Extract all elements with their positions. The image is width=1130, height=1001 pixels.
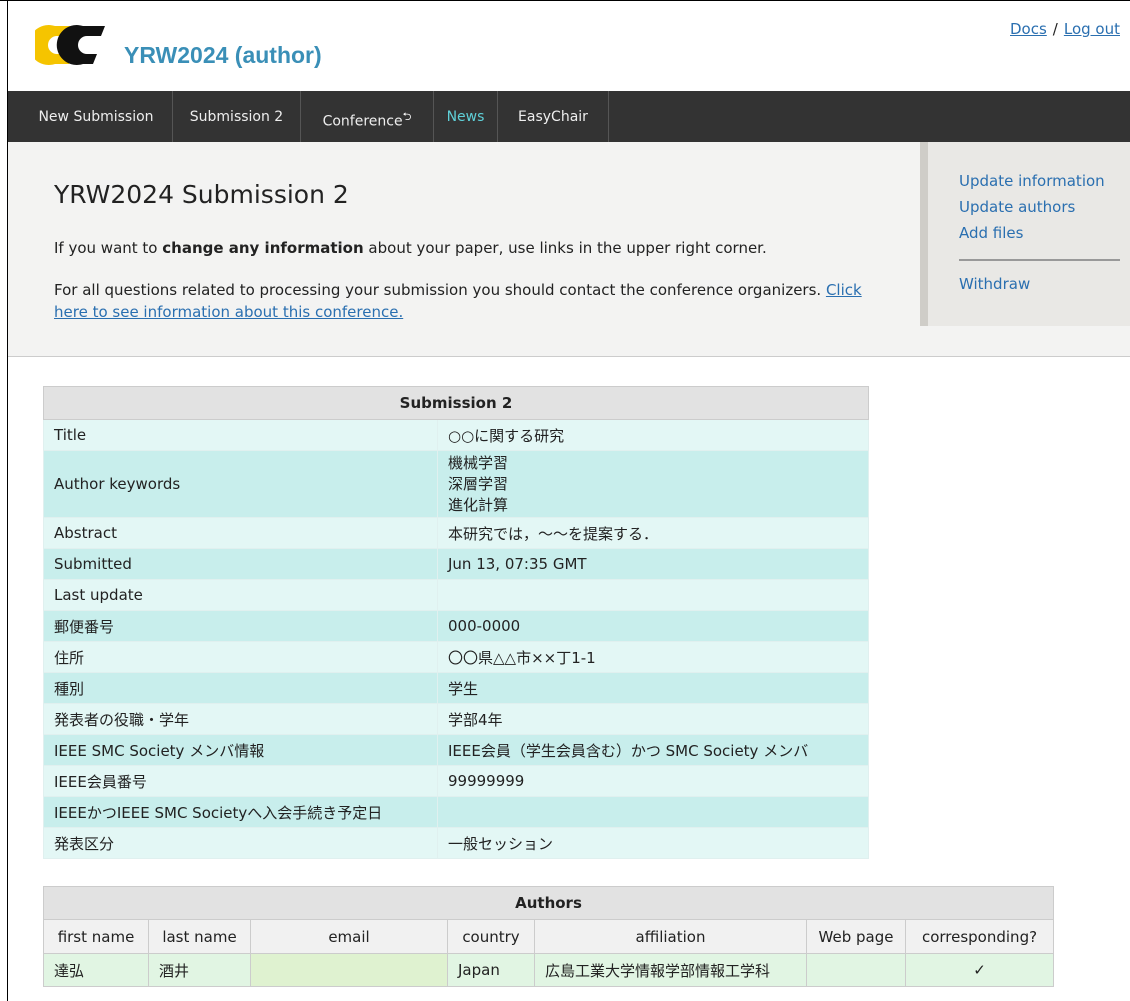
nav-news[interactable]: News	[434, 91, 498, 142]
nav-easychair[interactable]: EasyChair	[498, 91, 609, 142]
row-key: Author keywords	[43, 450, 438, 518]
keyword: 進化計算	[448, 495, 509, 514]
table-row: Author keywords 機械学習 深層学習 進化計算	[43, 450, 869, 518]
row-key: Last update	[43, 579, 438, 611]
logout-link[interactable]: Log out	[1064, 20, 1120, 38]
table-row: 郵便番号 000-0000	[43, 610, 869, 642]
row-key: Abstract	[43, 517, 438, 549]
table-row: Last update	[43, 579, 869, 611]
row-value: 一般セッション	[437, 827, 869, 859]
nav-submission-2[interactable]: Submission 2	[173, 91, 301, 142]
row-key: 郵便番号	[43, 610, 438, 642]
row-value: 学部4年	[437, 703, 869, 735]
table-row: Title ○○に関する研究	[43, 419, 869, 451]
corresponding-check-icon: ✓	[905, 953, 1054, 987]
row-key: 種別	[43, 672, 438, 704]
table-row: 種別 学生	[43, 672, 869, 704]
add-files-link[interactable]: Add files	[959, 224, 1023, 242]
row-value: ○○に関する研究	[437, 419, 869, 451]
nav-conference[interactable]: Conference⮌	[301, 91, 434, 142]
row-key: Submitted	[43, 548, 438, 580]
row-value	[437, 579, 869, 611]
side-actions: Update information Update authors Add fi…	[920, 142, 1130, 326]
p1-before: If you want to	[54, 239, 163, 257]
authors-table: Authors first name last name email count…	[43, 886, 1054, 987]
row-key: IEEE会員番号	[43, 765, 438, 797]
author-row: 達弘 酒井 Japan 広島工業大学情報学部情報工学科 ✓	[43, 953, 1054, 987]
submission-table: Submission 2 Title ○○に関する研究 Author keywo…	[43, 386, 869, 859]
row-key: 発表区分	[43, 827, 438, 859]
row-key: 発表者の役職・学年	[43, 703, 438, 735]
submission-table-caption: Submission 2	[43, 386, 869, 420]
nav-conference-label: Conference	[322, 113, 403, 130]
country-cell: Japan	[447, 953, 535, 987]
p2-text: For all questions related to processing …	[54, 281, 826, 299]
p1-after: about your paper, use links in the upper…	[363, 239, 767, 257]
link-separator: /	[1052, 20, 1058, 38]
keyword: 深層学習	[448, 474, 509, 493]
change-info-text: If you want to change any information ab…	[54, 237, 874, 259]
row-value: 000-0000	[437, 610, 869, 642]
column-header: first name	[43, 919, 149, 954]
authors-table-caption: Authors	[43, 886, 1054, 920]
row-value: 〇〇県△△市××丁1-1	[437, 641, 869, 673]
top-links: Docs / Log out	[1010, 20, 1120, 38]
column-header: Web page	[806, 919, 906, 954]
table-row: 発表者の役職・学年 学部4年	[43, 703, 869, 735]
row-value	[437, 796, 869, 828]
table-row: IEEE会員番号 99999999	[43, 765, 869, 797]
side-divider	[959, 259, 1120, 261]
page-title: YRW2024 Submission 2	[54, 180, 349, 209]
web-page-cell	[806, 953, 906, 987]
row-value: 99999999	[437, 765, 869, 797]
update-authors-link[interactable]: Update authors	[959, 198, 1075, 216]
column-header: corresponding?	[905, 919, 1054, 954]
table-row: IEEE SMC Society メンバ情報 IEEE会員（学生会員含む）かつ …	[43, 734, 869, 766]
row-key: Title	[43, 419, 438, 451]
easychair-logo-icon[interactable]	[35, 24, 107, 66]
withdraw-link[interactable]: Withdraw	[959, 275, 1030, 293]
row-value: Jun 13, 07:35 GMT	[437, 548, 869, 580]
row-value: 学生	[437, 672, 869, 704]
p1-bold: change any information	[162, 239, 364, 257]
main-nav: New Submission Submission 2 Conference⮌ …	[8, 91, 1130, 142]
app-title[interactable]: YRW2024 (author)	[124, 42, 322, 69]
column-header: last name	[148, 919, 251, 954]
table-row: IEEEかつIEEE SMC Societyへ入会手続き予定日	[43, 796, 869, 828]
row-key: IEEE SMC Society メンバ情報	[43, 734, 438, 766]
first-name-cell: 達弘	[43, 953, 149, 987]
header: YRW2024 (author) Docs / Log out	[8, 0, 1130, 91]
row-value: IEEE会員（学生会員含む）かつ SMC Society メンバ	[437, 734, 869, 766]
keywords-value: 機械学習 深層学習 進化計算	[437, 450, 869, 518]
nav-new-submission[interactable]: New Submission	[20, 91, 173, 142]
submenu-arrow-icon: ⮌	[402, 110, 412, 123]
table-row: Abstract 本研究では，～～を提案する．	[43, 517, 869, 549]
update-information-link[interactable]: Update information	[959, 172, 1105, 190]
row-value: 本研究では，～～を提案する．	[437, 517, 869, 549]
affiliation-cell: 広島工業大学情報学部情報工学科	[534, 953, 807, 987]
row-key: IEEEかつIEEE SMC Societyへ入会手続き予定日	[43, 796, 438, 828]
row-key: 住所	[43, 641, 438, 673]
email-cell	[250, 953, 448, 987]
table-row: 住所 〇〇県△△市××丁1-1	[43, 641, 869, 673]
keyword: 機械学習	[448, 453, 509, 472]
column-header: affiliation	[534, 919, 807, 954]
table-row: Submitted Jun 13, 07:35 GMT	[43, 548, 869, 580]
column-header: email	[250, 919, 448, 954]
table-row: 発表区分 一般セッション	[43, 827, 869, 859]
docs-link[interactable]: Docs	[1010, 20, 1047, 38]
column-header: country	[447, 919, 535, 954]
contact-text: For all questions related to processing …	[54, 279, 874, 323]
last-name-cell: 酒井	[148, 953, 251, 987]
